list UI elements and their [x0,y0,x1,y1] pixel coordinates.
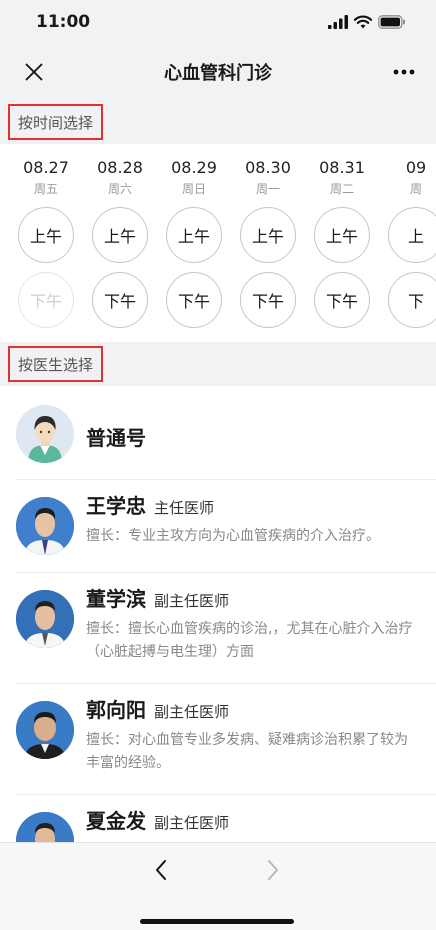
date-column: 09 周 上 下 [386,144,436,328]
doctor-title: 副主任医师 [154,814,230,832]
afternoon-slot-button: 下午 [18,272,74,328]
chevron-left-icon [156,860,166,880]
afternoon-slot-button[interactable]: 下 [388,272,436,328]
date-number: 08.29 [171,158,217,177]
date-number: 08.27 [23,158,69,177]
date-number: 08.31 [319,158,365,177]
chevron-right-icon [268,860,278,880]
doctor-list-item[interactable]: 夏金发 副主任医师 [0,795,436,842]
afternoon-slot-button[interactable]: 下午 [166,272,222,328]
wifi-icon [354,15,372,29]
date-weekday: 周日 [181,182,206,196]
morning-slot-button[interactable]: 上午 [18,207,74,263]
date-weekday: 周一 [255,182,280,196]
doctor-specialty: 擅长：擅长心血管疾病的诊治,，尤其在心脏介入治疗（心脏起搏与电生理）方面 [86,621,413,660]
date-weekday: 周五 [33,182,58,196]
doctor-name: 王学忠 [86,494,146,518]
doctor-name: 郭向阳 [86,698,146,722]
doctor-photo [16,701,74,759]
doctor-title: 主任医师 [154,499,215,517]
doctor-photo [16,497,74,555]
morning-slot-button[interactable]: 上午 [314,207,370,263]
doctor-specialty: 擅长：对心血管专业多发病、疑难病诊治积累了较为丰富的经验。 [86,732,408,771]
doctor-name: 夏金发 [86,809,146,833]
doctor-name: 普通号 [86,426,146,450]
date-column: 08.31 周二 上午 下午 [312,144,372,328]
doctor-list-item[interactable]: 普通号 [0,388,436,480]
section-label-doctor: 按医生选择 [8,346,104,382]
bottom-toolbar [0,842,436,930]
signal-icon [328,15,348,29]
section-header-doctor: 按医生选择 [0,342,436,386]
afternoon-slot-button[interactable]: 下午 [240,272,296,328]
doctor-title: 副主任医师 [154,703,230,721]
morning-slot-button[interactable]: 上 [388,207,436,263]
date-number: 08.28 [97,158,143,177]
date-column: 08.30 周一 上午 下午 [238,144,298,328]
date-number: 08.30 [245,158,291,177]
doctor-photo [16,812,74,842]
more-button[interactable] [390,58,418,86]
date-column: 08.28 周六 上午 下午 [90,144,150,328]
home-indicator [140,919,294,924]
more-icon [393,69,415,75]
afternoon-slot-button[interactable]: 下午 [314,272,370,328]
doctor-title: 副主任医师 [154,592,230,610]
back-button[interactable] [146,855,176,885]
forward-button[interactable] [258,855,288,885]
close-button[interactable] [20,58,48,86]
morning-slot-button[interactable]: 上午 [92,207,148,263]
date-weekday: 周 [409,182,422,196]
battery-icon [378,15,405,29]
doctor-name: 董学滨 [86,587,146,611]
date-schedule[interactable]: 08.27 周五 上午 下午 08.28 周六 上午 下午 08.29 周日 上… [0,144,436,342]
morning-slot-button[interactable]: 上午 [166,207,222,263]
doctor-list-item[interactable]: 王学忠 主任医师 擅长：专业主攻方向为心血管疾病的介入治疗。 [0,480,436,573]
status-icons [328,15,406,29]
doctor-list-item[interactable]: 董学滨 副主任医师 擅长：擅长心血管疾病的诊治,，尤其在心脏介入治疗（心脏起搏与电… [0,573,436,684]
generic-doctor-icon [16,405,74,463]
doctor-photo [16,590,74,648]
date-weekday: 周二 [329,182,354,196]
doctor-specialty: 擅长：专业主攻方向为心血管疾病的介入治疗。 [86,528,380,544]
page-title: 心血管科门诊 [164,63,272,84]
date-weekday: 周六 [107,182,132,196]
date-column: 08.29 周日 上午 下午 [164,144,224,328]
nav-bar: 心血管科门诊 [0,44,436,100]
status-time: 11:00 [36,12,91,32]
status-bar: 11:00 [0,0,436,44]
close-icon [25,63,43,81]
date-number: 09 [405,158,427,177]
section-header-time: 按时间选择 [0,100,436,144]
doctor-list-item[interactable]: 郭向阳 副主任医师 擅长：对心血管专业多发病、疑难病诊治积累了较为丰富的经验。 [0,684,436,795]
afternoon-slot-button[interactable]: 下午 [92,272,148,328]
doctor-list: 普通号 王学忠 主任医师 擅长：专业主攻方向为心血管疾病的介入治疗。 董学滨 副… [0,388,436,842]
date-column: 08.27 周五 上午 下午 [16,144,76,328]
section-label-time: 按时间选择 [8,104,104,140]
morning-slot-button[interactable]: 上午 [240,207,296,263]
